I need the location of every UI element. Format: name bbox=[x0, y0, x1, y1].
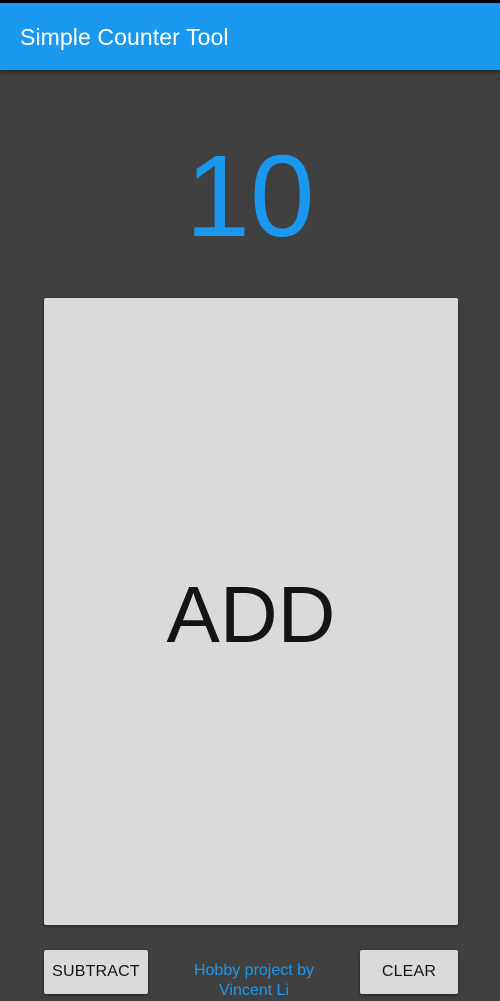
credit-text: Hobby project by Vincent Li bbox=[170, 961, 338, 1001]
add-button-label: ADD bbox=[166, 569, 336, 659]
clear-button[interactable]: CLEAR bbox=[360, 950, 458, 994]
credit-line-2: Vincent Li bbox=[219, 982, 289, 999]
app-bar: Simple Counter Tool bbox=[0, 3, 500, 70]
counter-value: 10 bbox=[185, 131, 315, 261]
clear-button-label: CLEAR bbox=[381, 963, 437, 980]
subtract-button-label: SUBTRACT bbox=[52, 963, 140, 980]
add-button[interactable]: ADD bbox=[44, 298, 458, 925]
credit-line-1: Hobby project by bbox=[193, 962, 315, 979]
subtract-button[interactable]: SUBTRACT bbox=[44, 950, 148, 994]
app-title: Simple Counter Tool bbox=[20, 24, 229, 50]
